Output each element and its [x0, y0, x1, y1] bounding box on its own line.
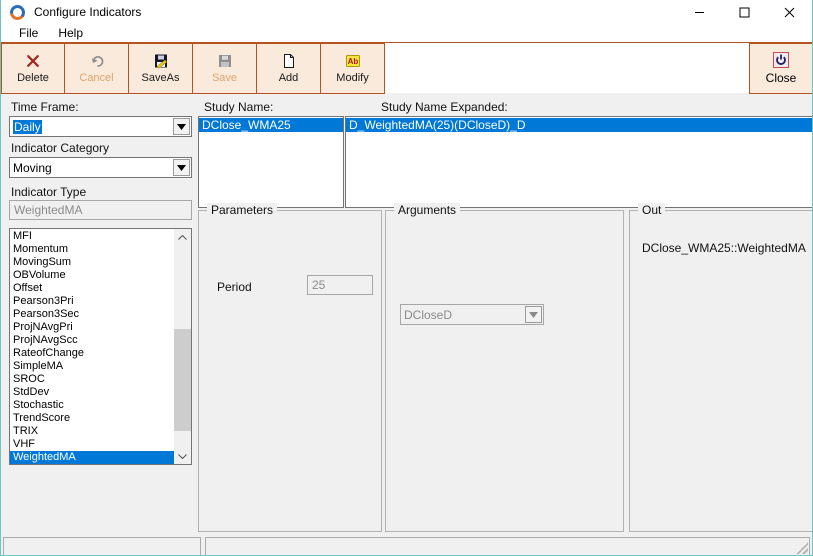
status-pane-left [3, 537, 201, 556]
save-label: Save [212, 72, 237, 84]
list-item[interactable]: TRIX [10, 425, 174, 438]
delete-x-icon [25, 53, 41, 69]
indicator-category-combobox[interactable]: Moving [9, 157, 192, 178]
status-bar [1, 537, 812, 556]
delete-label: Delete [17, 72, 49, 84]
power-icon [773, 52, 789, 68]
period-label: Period [217, 280, 252, 294]
indicator-category-dropdown-button[interactable] [173, 159, 190, 176]
study-expanded-selected-row[interactable]: D_WeightedMA(25)(DCloseD)_D [346, 118, 812, 132]
save-as-label: SaveAs [142, 72, 180, 84]
save-as-icon [153, 53, 169, 69]
resize-grip[interactable] [795, 541, 808, 554]
list-item[interactable]: VHF [10, 438, 174, 451]
arguments-combobox: DCloseD [400, 304, 544, 325]
list-item[interactable]: MovingSum [10, 256, 174, 269]
study-name-label: Study Name: [204, 100, 273, 114]
scroll-track[interactable] [174, 245, 191, 448]
undo-icon [89, 53, 105, 69]
arguments-value: DCloseD [404, 308, 452, 322]
list-item[interactable]: TrendScore [10, 412, 174, 425]
time-frame-dropdown-button[interactable] [173, 118, 190, 135]
menu-help[interactable]: Help [50, 26, 95, 40]
save-icon [217, 53, 233, 69]
menu-bar: File Help [1, 24, 812, 42]
add-label: Add [279, 72, 299, 84]
modify-button[interactable]: Ab Modify [321, 43, 385, 94]
configure-indicators-window: Configure Indicators File Help Delete [0, 0, 813, 556]
out-group: Out DClose_WMA25::WeightedMA [629, 210, 813, 532]
indicator-type-field: WeightedMA [9, 200, 192, 220]
delete-button[interactable]: Delete [1, 43, 65, 94]
time-frame-label: Time Frame: [11, 100, 79, 114]
close-icon [784, 7, 795, 18]
study-name-expanded-list[interactable]: D_WeightedMA(25)(DCloseD)_D [345, 116, 813, 208]
period-field: 25 [307, 275, 373, 295]
list-item[interactable]: SimpleMA [10, 360, 174, 373]
indicator-type-label: Indicator Type [11, 185, 86, 199]
list-item[interactable]: Pearson3Sec [10, 308, 174, 321]
indicator-type-listbox[interactable]: MFI Momentum MovingSum OBVolume Offset P… [9, 228, 192, 465]
chevron-down-icon [529, 312, 538, 318]
modify-label: Modify [336, 72, 368, 84]
list-scrollbar[interactable] [174, 229, 191, 464]
cancel-label: Cancel [79, 72, 113, 84]
title-bar: Configure Indicators [1, 0, 812, 24]
toolbar: Delete Cancel SaveAs Save Add Ab Modify [1, 42, 812, 93]
list-item[interactable]: Pearson3Pri [10, 295, 174, 308]
svg-text:Ab: Ab [347, 57, 358, 66]
arguments-title: Arguments [394, 203, 460, 217]
out-title: Out [638, 203, 665, 217]
list-item[interactable]: StdDev [10, 386, 174, 399]
menu-file[interactable]: File [11, 26, 50, 40]
maximize-button[interactable] [722, 0, 767, 24]
cancel-button: Cancel [65, 43, 129, 94]
time-frame-value: Daily [13, 120, 42, 134]
new-page-icon [281, 53, 297, 69]
close-window-button[interactable] [767, 0, 812, 24]
list-item[interactable]: RateofChange [10, 347, 174, 360]
toolbar-button-group: Delete Cancel SaveAs Save Add Ab Modify [1, 43, 385, 94]
list-item[interactable]: OBVolume [10, 269, 174, 282]
app-logo-icon [10, 5, 25, 20]
study-name-expanded-label: Study Name Expanded: [381, 100, 508, 114]
minimize-button[interactable] [677, 0, 722, 24]
close-button[interactable]: Close [749, 43, 813, 94]
arguments-dropdown-button [525, 306, 542, 323]
save-as-button[interactable]: SaveAs [129, 43, 193, 94]
time-frame-combobox[interactable]: Daily [9, 116, 192, 137]
study-name-selected-row[interactable]: DClose_WMA25 [199, 118, 343, 132]
window-title: Configure Indicators [34, 5, 141, 19]
status-pane-right [205, 537, 810, 556]
scroll-up-icon[interactable] [174, 229, 191, 245]
list-item-selected[interactable]: WeightedMA [10, 451, 174, 464]
list-item[interactable]: SROC [10, 373, 174, 386]
list-item[interactable]: ProjNAvgScc [10, 334, 174, 347]
list-item[interactable]: Offset [10, 282, 174, 295]
scroll-thumb[interactable] [174, 329, 191, 431]
chevron-down-icon [177, 165, 186, 171]
scroll-down-icon[interactable] [174, 448, 191, 464]
maximize-icon [739, 7, 750, 18]
chevron-down-icon [177, 124, 186, 130]
study-name-list[interactable]: DClose_WMA25 [198, 116, 344, 208]
minimize-icon [694, 7, 705, 18]
out-value: DClose_WMA25::WeightedMA [642, 241, 806, 255]
close-label: Close [766, 71, 797, 85]
list-item[interactable]: Momentum [10, 243, 174, 256]
parameters-group: Parameters Period 25 [198, 210, 382, 532]
modify-ab-icon: Ab [345, 53, 361, 69]
indicator-category-value: Moving [13, 161, 52, 175]
arguments-group: Arguments DCloseD [385, 210, 624, 532]
save-button: Save [193, 43, 257, 94]
parameters-title: Parameters [207, 203, 277, 217]
list-item[interactable]: MFI [10, 230, 174, 243]
indicator-category-label: Indicator Category [11, 141, 109, 155]
list-item[interactable]: Stochastic [10, 399, 174, 412]
add-button[interactable]: Add [257, 43, 321, 94]
list-item[interactable]: ProjNAvgPri [10, 321, 174, 334]
